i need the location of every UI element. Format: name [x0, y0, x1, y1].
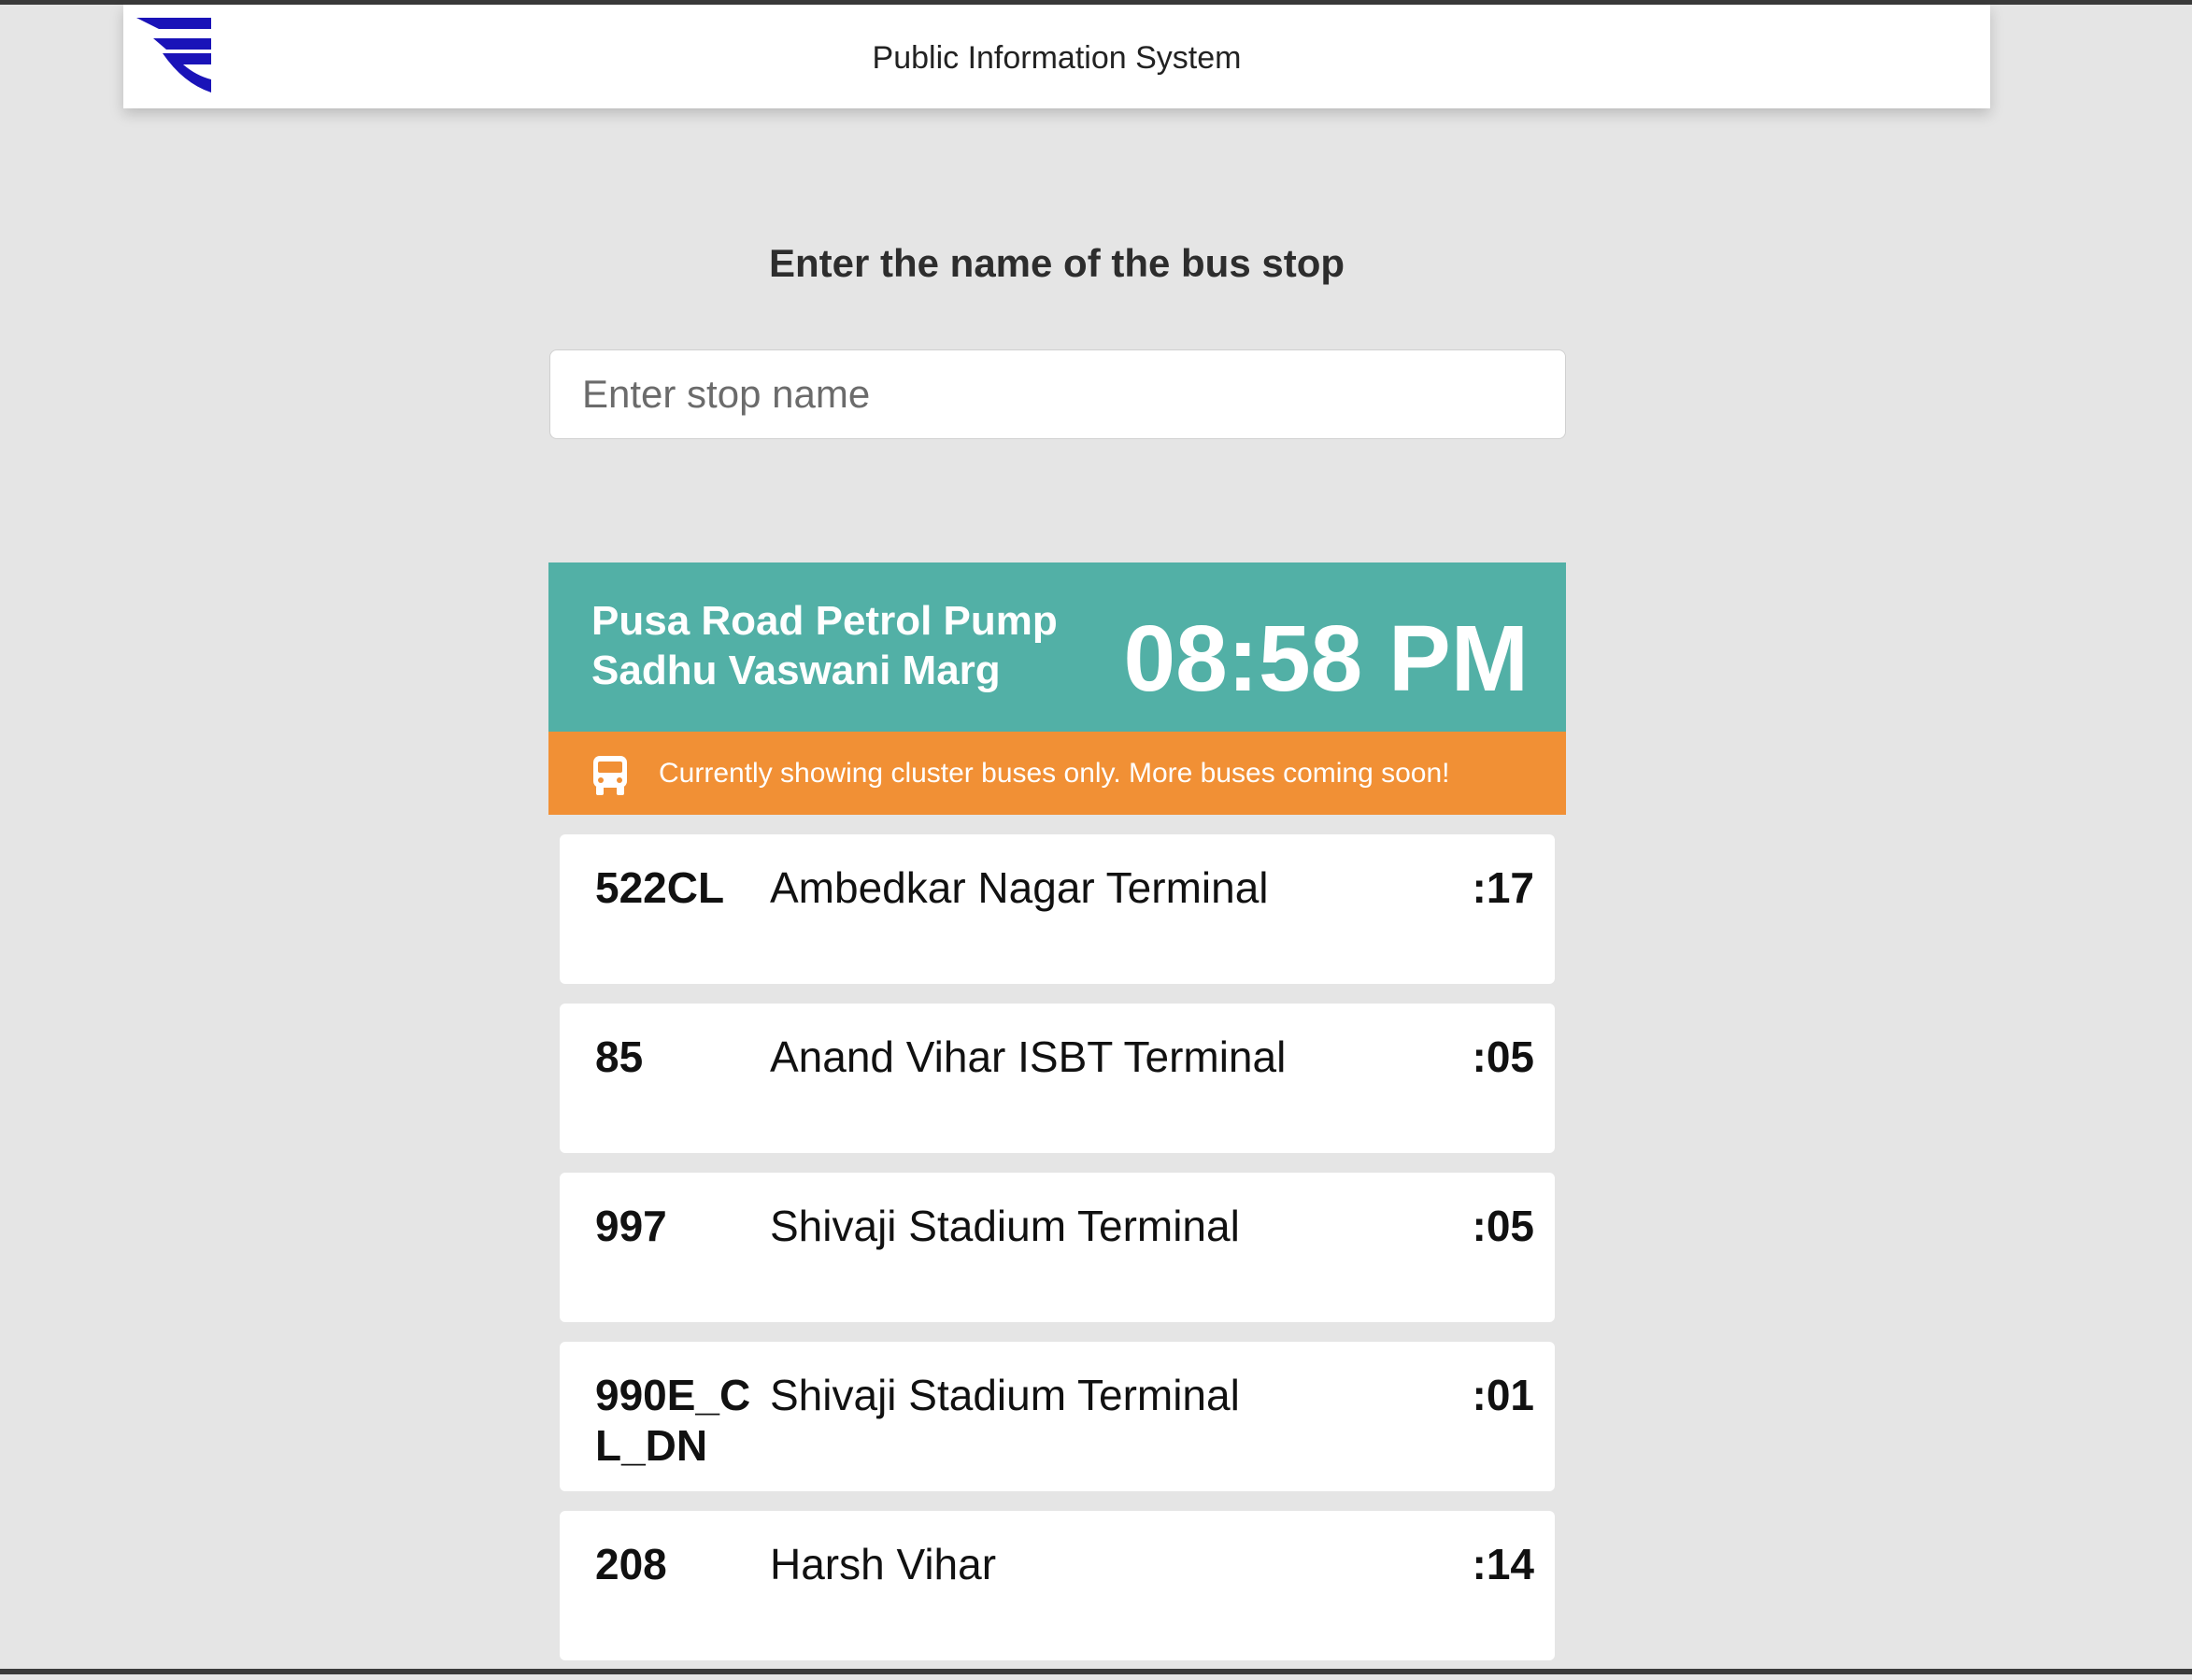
destination: Shivaji Stadium Terminal — [770, 1371, 1240, 1419]
route-number: 522CL — [595, 863, 725, 912]
arrival-row[interactable]: 990E_CL_DN Shivaji Stadium Terminal :01 — [560, 1342, 1555, 1491]
current-time: 08:58 PM — [1123, 606, 1529, 711]
window-bottom-border — [0, 1669, 2192, 1674]
eta: :01 — [1472, 1371, 1534, 1419]
notice-banner: Currently showing cluster buses only. Mo… — [548, 732, 1566, 815]
route-number: 85 — [595, 1032, 644, 1081]
destination: Shivaji Stadium Terminal — [770, 1202, 1240, 1250]
route-number: 208 — [595, 1540, 667, 1588]
stop-info-panel: Pusa Road Petrol Pump Sadhu Vaswani Marg… — [548, 562, 1566, 732]
app-header: Public Information System — [123, 5, 1990, 108]
search-prompt: Enter the name of the bus stop — [768, 241, 1345, 285]
bus-icon — [593, 756, 627, 795]
destination: Anand Vihar ISBT Terminal — [770, 1032, 1287, 1081]
app-title: Public Information System — [872, 40, 1242, 76]
route-number: 997 — [595, 1202, 667, 1250]
arrival-row[interactable]: 997 Shivaji Stadium Terminal :05 — [560, 1173, 1555, 1322]
arrival-row[interactable]: 208 Harsh Vihar :14 — [560, 1511, 1555, 1660]
eta: :17 — [1472, 863, 1534, 912]
eta: :14 — [1472, 1540, 1534, 1588]
arrivals-list: 522CL Ambedkar Nagar Terminal :17 85 Ana… — [560, 834, 1555, 1680]
eta: :05 — [1472, 1032, 1534, 1081]
notice-text: Currently showing cluster buses only. Mo… — [659, 758, 1450, 789]
stop-search-input[interactable] — [549, 349, 1566, 439]
stop-name-line1: Pusa Road Petrol Pump — [591, 598, 1058, 644]
eta: :05 — [1472, 1202, 1534, 1250]
route-number: 990E_CL_DN — [595, 1371, 751, 1470]
arrival-row[interactable]: 85 Anand Vihar ISBT Terminal :05 — [560, 1004, 1555, 1153]
destination: Ambedkar Nagar Terminal — [770, 863, 1269, 912]
stop-name: Pusa Road Petrol Pump Sadhu Vaswani Marg — [591, 596, 1058, 695]
stop-name-line2: Sadhu Vaswani Marg — [591, 648, 1001, 693]
destination: Harsh Vihar — [770, 1540, 997, 1588]
arrival-row[interactable]: 522CL Ambedkar Nagar Terminal :17 — [560, 834, 1555, 984]
